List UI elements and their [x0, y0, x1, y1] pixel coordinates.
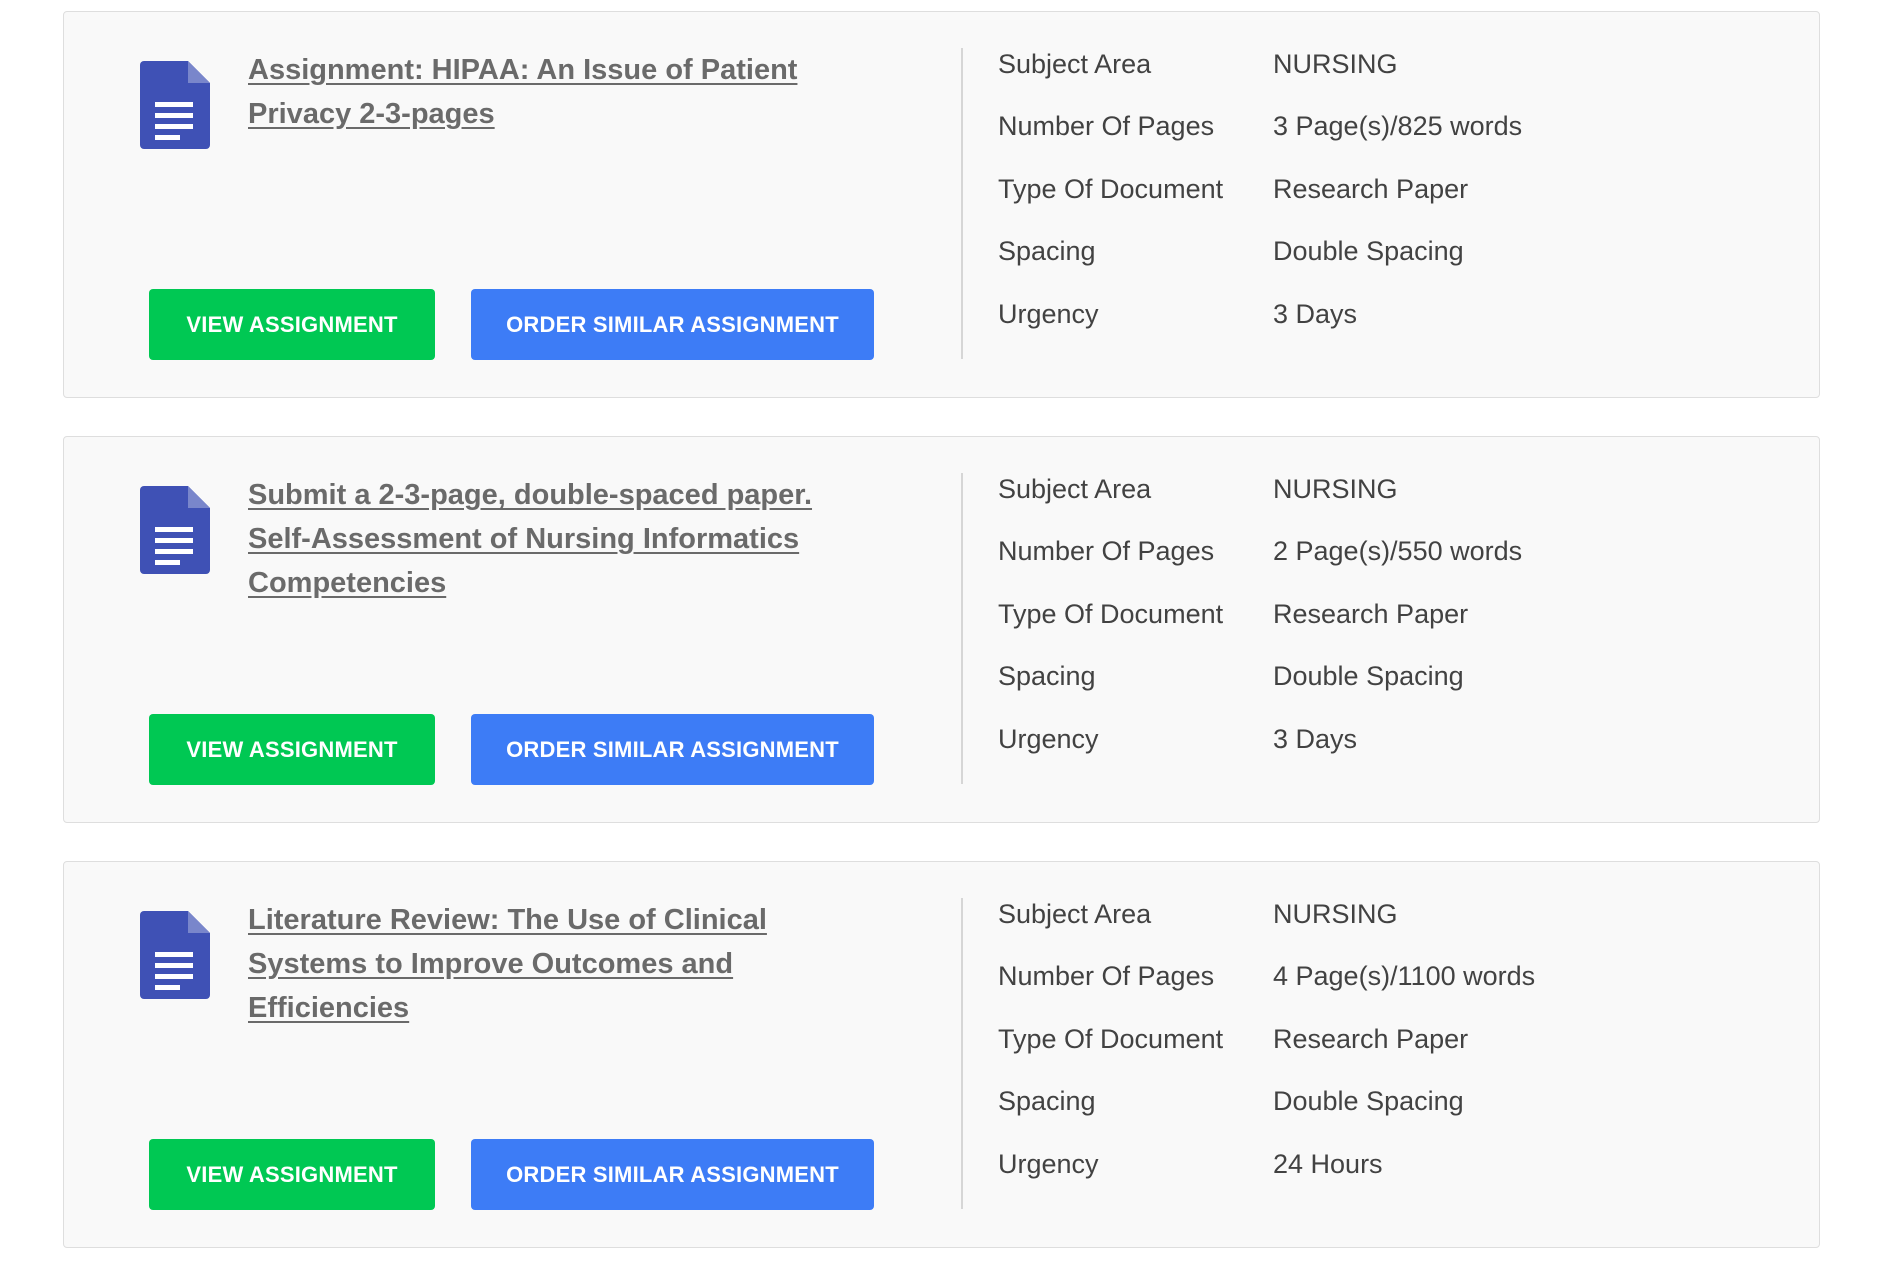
detail-value: NURSING: [1273, 49, 1398, 79]
detail-row-number-of-pages: Number Of Pages 2 Page(s)/550 words: [998, 533, 1522, 595]
detail-value: Research Paper: [1273, 1023, 1469, 1054]
detail-label: Urgency: [998, 723, 1099, 754]
detail-value: Research Paper: [1273, 173, 1469, 204]
assignment-title-link[interactable]: Assignment: HIPAA: An Issue of Patient P…: [248, 48, 828, 136]
card-divider: [961, 48, 963, 359]
detail-row-subject-area: Subject Area NURSING: [998, 46, 1522, 108]
view-assignment-button[interactable]: VIEW ASSIGNMENT: [149, 289, 435, 360]
detail-value: 4 Page(s)/1100 words: [1273, 961, 1536, 992]
detail-value: 24 Hours: [1273, 1148, 1383, 1179]
detail-row-subject-area: Subject Area NURSING: [998, 896, 1535, 958]
detail-row-type-of-document: Type Of Document Research Paper: [998, 1021, 1535, 1083]
detail-label: Spacing: [998, 661, 1096, 692]
assignment-list: Assignment: HIPAA: An Issue of Patient P…: [63, 11, 1820, 1286]
detail-label: Number Of Pages: [998, 961, 1215, 992]
detail-label: Urgency: [998, 298, 1099, 329]
detail-row-number-of-pages: Number Of Pages 3 Page(s)/825 words: [998, 108, 1522, 170]
detail-row-urgency: Urgency 3 Days: [998, 296, 1522, 358]
assignment-title-link[interactable]: Submit a 2-3-page, double-spaced paper. …: [248, 473, 828, 605]
view-assignment-button[interactable]: VIEW ASSIGNMENT: [149, 714, 435, 785]
detail-value: 3 Page(s)/825 words: [1273, 111, 1523, 142]
assignment-details: Subject Area NURSING Number Of Pages 2 P…: [998, 471, 1522, 783]
detail-label: Urgency: [998, 1148, 1099, 1179]
detail-value: 3 Days: [1273, 298, 1358, 329]
detail-row-type-of-document: Type Of Document Research Paper: [998, 171, 1522, 233]
detail-row-spacing: Spacing Double Spacing: [998, 233, 1522, 295]
detail-value: NURSING: [1273, 899, 1398, 929]
detail-value: Double Spacing: [1273, 1086, 1464, 1117]
detail-value: Research Paper: [1273, 598, 1469, 629]
assignment-details: Subject Area NURSING Number Of Pages 4 P…: [998, 896, 1535, 1208]
card-divider: [961, 473, 963, 784]
detail-row-urgency: Urgency 3 Days: [998, 721, 1522, 783]
detail-row-spacing: Spacing Double Spacing: [998, 1083, 1535, 1145]
document-icon: [140, 61, 210, 149]
detail-row-type-of-document: Type Of Document Research Paper: [998, 596, 1522, 658]
detail-label: Subject Area: [998, 49, 1152, 79]
detail-label: Number Of Pages: [998, 536, 1215, 567]
detail-label: Type Of Document: [998, 1023, 1224, 1054]
detail-value: 2 Page(s)/550 words: [1273, 536, 1523, 567]
order-similar-assignment-button[interactable]: ORDER SIMILAR ASSIGNMENT: [471, 714, 874, 785]
document-icon: [140, 486, 210, 574]
view-assignment-button[interactable]: VIEW ASSIGNMENT: [149, 1139, 435, 1210]
assignment-card: Literature Review: The Use of Clinical S…: [63, 861, 1820, 1248]
detail-row-spacing: Spacing Double Spacing: [998, 658, 1522, 720]
detail-label: Spacing: [998, 1086, 1096, 1117]
order-similar-assignment-button[interactable]: ORDER SIMILAR ASSIGNMENT: [471, 1139, 874, 1210]
detail-label: Spacing: [998, 236, 1096, 267]
order-similar-assignment-button[interactable]: ORDER SIMILAR ASSIGNMENT: [471, 289, 874, 360]
detail-row-subject-area: Subject Area NURSING: [998, 471, 1522, 533]
detail-value: NURSING: [1273, 474, 1398, 504]
detail-label: Type Of Document: [998, 598, 1224, 629]
detail-label: Number Of Pages: [998, 111, 1215, 142]
detail-row-number-of-pages: Number Of Pages 4 Page(s)/1100 words: [998, 958, 1535, 1020]
card-divider: [961, 898, 963, 1209]
detail-label: Subject Area: [998, 474, 1152, 504]
detail-label: Subject Area: [998, 899, 1152, 929]
detail-value: Double Spacing: [1273, 661, 1464, 692]
assignment-details: Subject Area NURSING Number Of Pages 3 P…: [998, 46, 1522, 358]
document-icon: [140, 911, 210, 999]
detail-value: Double Spacing: [1273, 236, 1464, 267]
assignment-title-link[interactable]: Literature Review: The Use of Clinical S…: [248, 898, 828, 1030]
detail-value: 3 Days: [1273, 723, 1358, 754]
assignment-card: Assignment: HIPAA: An Issue of Patient P…: [63, 11, 1820, 398]
detail-label: Type Of Document: [998, 173, 1224, 204]
detail-row-urgency: Urgency 24 Hours: [998, 1146, 1535, 1208]
assignment-card: Submit a 2-3-page, double-spaced paper. …: [63, 436, 1820, 823]
